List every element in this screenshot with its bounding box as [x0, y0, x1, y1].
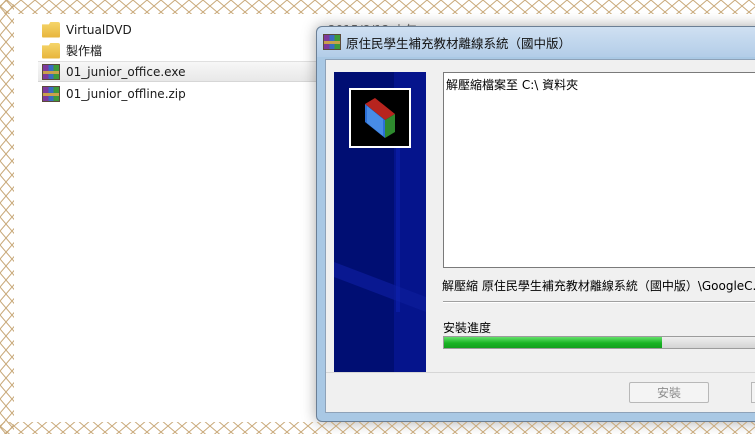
installer-side-banner — [334, 72, 426, 372]
book-stack-icon — [365, 98, 395, 138]
file-name: 製作檔 — [66, 44, 103, 58]
install-button[interactable]: 安裝 — [629, 382, 709, 403]
dialog-titlebar[interactable]: 原住民學生補充教材離線系統（國中版） — [317, 27, 755, 57]
next-button[interactable] — [751, 382, 755, 403]
install-progress-bar — [443, 336, 755, 349]
file-name: 01_junior_office.exe — [66, 64, 186, 79]
progress-bar-fill — [444, 337, 662, 348]
progress-label: 安裝進度 — [443, 321, 492, 335]
folder-icon — [42, 42, 60, 59]
dialog-title: 原住民學生補充教材離線系統（國中版） — [346, 35, 572, 51]
dialog-footer: 安裝 — [326, 372, 755, 412]
winrar-archive-icon — [42, 63, 60, 80]
current-file-status: 解壓縮 原住民學生補充教材離線系統（國中版）\GoogleC...\ — [442, 279, 755, 293]
installer-logo — [349, 88, 411, 148]
file-name: VirtualDVD — [66, 22, 132, 37]
installer-dialog: 原住民學生補充教材離線系統（國中版） 解壓縮檔案至 C:\ 資料夾 解壓縮 原住… — [316, 26, 755, 422]
folder-icon — [42, 21, 60, 38]
dialog-client-area: 解壓縮檔案至 C:\ 資料夾 解壓縮 原住民學生補充教材離線系統（國中版）\Go… — [325, 59, 755, 413]
log-line: 解壓縮檔案至 C:\ 資料夾 — [446, 78, 579, 92]
extraction-log: 解壓縮檔案至 C:\ 資料夾 — [443, 72, 755, 268]
divider — [443, 301, 755, 303]
winrar-archive-icon — [42, 85, 60, 102]
winrar-app-icon — [323, 34, 341, 50]
file-name: 01_junior_offline.zip — [66, 86, 186, 101]
